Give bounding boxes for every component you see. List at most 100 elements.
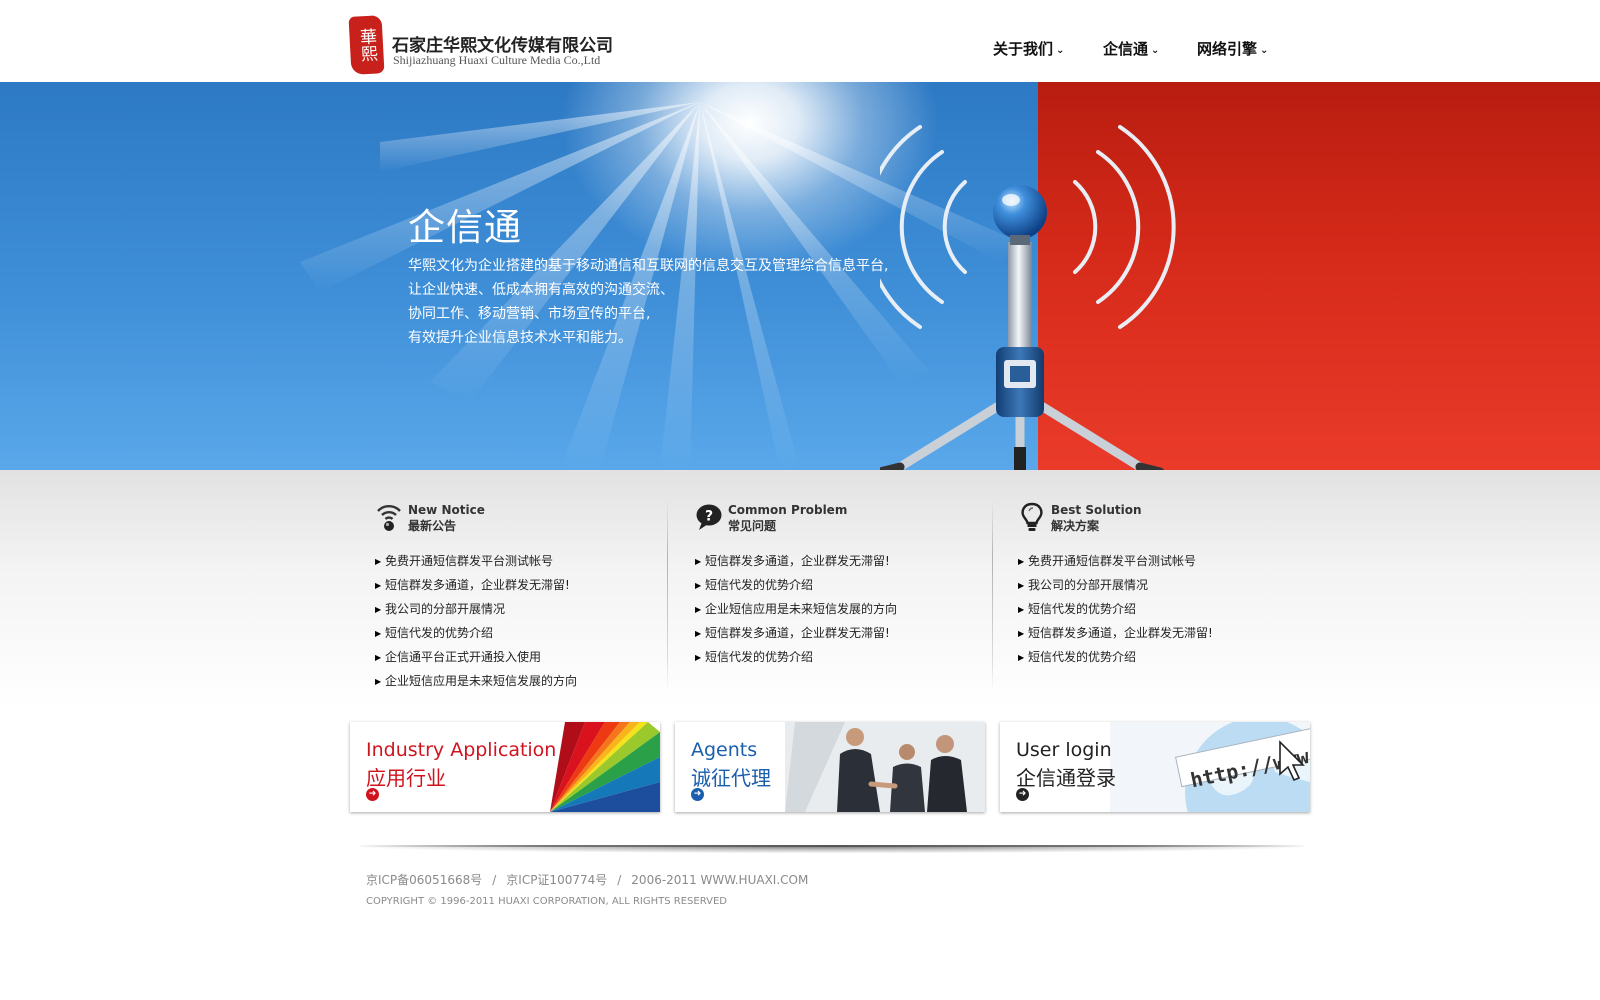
list-item-text: 短信群发多通道，企业群发无滞留! [385, 578, 570, 592]
list-item[interactable]: ▶ 免费开通短信群发平台测试帐号 [375, 552, 577, 576]
industry-application-card[interactable]: Industry Application 应用行业 ➜ [350, 722, 660, 812]
problem-list: ▶ 短信群发多通道，企业群发无滞留! ▶ 短信代发的优势介绍 ▶ 企业短信应用是未来短… [695, 552, 897, 672]
list-item[interactable]: ▶ 短信代发的优势介绍 [695, 576, 897, 600]
list-item-text: 免费开通短信群发平台测试帐号 [385, 554, 554, 568]
list-item[interactable]: ▶ 企业短信应用是未来短信发展的方向 [695, 600, 897, 624]
footer-separator: / [617, 873, 622, 887]
nav-item-label: 关于我们 [993, 40, 1054, 58]
list-item-text: 短信代发的优势介绍 [1028, 602, 1137, 616]
banner-title: 企信通 [408, 206, 522, 249]
globe-url-image: http://www. [1110, 722, 1310, 812]
list-item[interactable]: ▶ 我公司的分部开展情况 [375, 600, 577, 624]
list-item[interactable]: ▶ 我公司的分部开展情况 [1018, 576, 1213, 600]
footer-icp-line: 京ICP备06051668号 / 京ICP证100774号 / 2006-2011 WW… [366, 871, 808, 888]
common-problem-panel: ? Common Problem 常见问题 ▶ 短信群发多通道，企业群发无滞留! … [695, 500, 995, 700]
arrow-right-icon: ▶ [1018, 581, 1025, 590]
chevron-down-icon: ⌄ [1151, 45, 1160, 56]
panel-title-en: New Notice [408, 503, 485, 517]
footer-divider [360, 845, 1305, 847]
nav-item-about[interactable]: 关于我们 ⌄ [993, 38, 1064, 59]
nav-item-label: 企信通 [1103, 40, 1149, 58]
list-item[interactable]: ▶ 免费开通短信群发平台测试帐号 [1018, 552, 1213, 576]
panel-title-cn: 常见问题 [728, 519, 777, 533]
arrow-right-icon: ▶ [695, 653, 702, 662]
list-item[interactable]: ▶ 短信代发的优势介绍 [1018, 600, 1213, 624]
list-item[interactable]: ▶ 短信代发的优势介绍 [375, 624, 577, 648]
list-item-text: 短信代发的优势介绍 [705, 578, 814, 592]
arrow-right-icon: ▶ [1018, 653, 1025, 662]
antenna-illustration [880, 125, 1176, 470]
arrow-right-icon: ▶ [695, 557, 702, 566]
panel-title-cn: 解决方案 [1051, 519, 1100, 533]
nav-item-qixintong[interactable]: 企信通 ⌄ [1103, 38, 1159, 59]
list-item-text: 企业短信应用是未来短信发展的方向 [705, 602, 898, 616]
arrow-right-icon: ▶ [375, 653, 382, 662]
panel-title-en: Common Problem [728, 503, 848, 517]
handshake-image [785, 722, 985, 812]
list-item[interactable]: ▶ 企信通平台正式开通投入使用 [375, 648, 577, 672]
arrow-right-circle-icon[interactable]: ➜ [1016, 788, 1029, 801]
footer-separator: / [492, 873, 497, 887]
arrow-right-icon: ▶ [375, 557, 382, 566]
arrow-right-icon: ▶ [695, 629, 702, 638]
icp-record[interactable]: 京ICP备06051668号 [366, 873, 482, 887]
chevron-down-icon: ⌄ [1260, 45, 1269, 56]
icp-license[interactable]: 京ICP证100774号 [506, 873, 607, 887]
list-item-text: 企信通平台正式开通投入使用 [385, 650, 542, 664]
arrow-right-icon: ▶ [375, 677, 382, 686]
arrow-right-icon: ▶ [1018, 629, 1025, 638]
list-item[interactable]: ▶ 短信群发多通道，企业群发无滞留! [695, 552, 897, 576]
list-item-text: 短信群发多通道，企业群发无滞留! [705, 554, 890, 568]
svg-text:?: ? [705, 509, 713, 525]
list-item-text: 我公司的分部开展情况 [1028, 578, 1149, 592]
list-item-text: 短信群发多通道，企业群发无滞留! [705, 626, 890, 640]
arrow-right-icon: ▶ [1018, 557, 1025, 566]
nav-item-label: 网络引擎 [1197, 40, 1258, 58]
info-section: New Notice 最新公告 ▶ 免费开通短信群发平台测试帐号 ▶ 短信群发多通道… [0, 470, 1600, 710]
color-fan-image [550, 722, 660, 812]
list-item[interactable]: ▶ 短信代发的优势介绍 [695, 648, 897, 672]
arrow-right-icon: ▶ [695, 581, 702, 590]
list-item-text: 我公司的分部开展情况 [385, 602, 506, 616]
card-title-en: User login [1016, 739, 1112, 761]
arrow-right-circle-icon[interactable]: ➜ [691, 788, 704, 801]
site-header: 華熙 石家庄华熙文化传媒有限公司 Shijiazhuang Huaxi Cult… [0, 0, 1600, 82]
hero-banner: 企信通 华熙文化为企业搭建的基于移动通信和互联网的信息交互及管理综合信息平台, … [0, 82, 1600, 470]
agents-card[interactable]: Agents 诚征代理 ➜ [675, 722, 985, 812]
list-item-text: 短信代发的优势介绍 [705, 650, 814, 664]
arrow-right-icon: ▶ [375, 629, 382, 638]
question-bubble-icon: ? [696, 504, 722, 530]
signal-icon [377, 505, 401, 531]
list-item-text: 短信代发的优势介绍 [1028, 650, 1137, 664]
arrow-right-circle-icon[interactable]: ➜ [366, 788, 379, 801]
list-item[interactable]: ▶ 短信群发多通道，企业群发无滞留! [1018, 624, 1213, 648]
arrow-right-icon: ▶ [375, 605, 382, 614]
card-title-en: Agents [691, 739, 758, 761]
best-solution-panel: Best Solution 解决方案 ▶ 免费开通短信群发平台测试帐号 ▶ 我公司的… [1018, 500, 1318, 700]
panel-title-cn: 最新公告 [408, 519, 457, 533]
list-item-text: 短信代发的优势介绍 [385, 626, 494, 640]
list-item[interactable]: ▶ 短信代发的优势介绍 [1018, 648, 1213, 672]
footer-copyright: COPYRIGHT © 1996-2011 HUAXI CORPORATION,… [366, 896, 727, 907]
card-title-cn: 诚征代理 [691, 766, 771, 790]
panel-title-en: Best Solution [1051, 503, 1142, 517]
card-title-en: Industry Application [366, 739, 557, 761]
list-item[interactable]: ▶ 短信群发多通道，企业群发无滞留! [375, 576, 577, 600]
footer-site[interactable]: 2006-2011 WWW.HUAXI.COM [631, 873, 808, 887]
notice-list: ▶ 免费开通短信群发平台测试帐号 ▶ 短信群发多通道，企业群发无滞留! ▶ 我公司的分… [375, 552, 577, 696]
card-title-cn: 企信通登录 [1016, 766, 1116, 790]
arrow-right-icon: ▶ [1018, 605, 1025, 614]
main-nav: 关于我们 ⌄ 企信通 ⌄ 网络引擎 ⌄ [0, 38, 1600, 62]
user-login-card[interactable]: http://www. User login 企信通登录 ➜ [1000, 722, 1310, 812]
arrow-right-icon: ▶ [375, 581, 382, 590]
lightbulb-icon [1021, 502, 1043, 531]
card-title-cn: 应用行业 [366, 766, 446, 790]
list-item[interactable]: ▶ 企业短信应用是未来短信发展的方向 [375, 672, 577, 696]
nav-item-network-engine[interactable]: 网络引擎 ⌄ [1197, 38, 1268, 59]
column-divider [992, 500, 993, 690]
chevron-down-icon: ⌄ [1056, 45, 1065, 56]
list-item-text: 短信群发多通道，企业群发无滞留! [1028, 626, 1213, 640]
column-divider [667, 500, 668, 690]
arrow-right-icon: ▶ [695, 605, 702, 614]
list-item[interactable]: ▶ 短信群发多通道，企业群发无滞留! [695, 624, 897, 648]
